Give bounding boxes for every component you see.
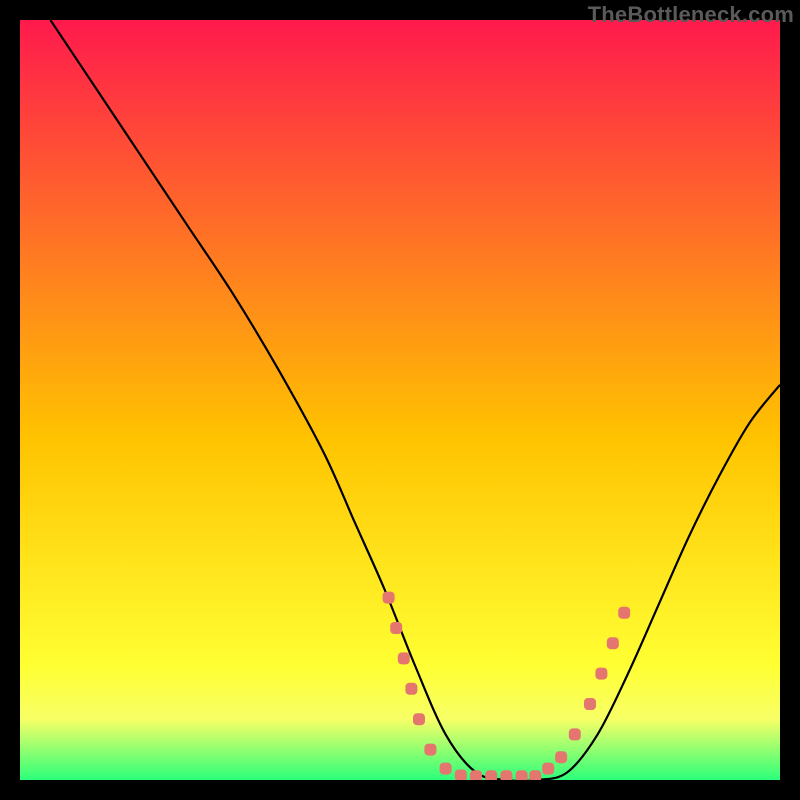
gradient-background bbox=[20, 20, 780, 780]
curve-marker bbox=[555, 751, 567, 763]
curve-marker bbox=[569, 728, 581, 740]
chart-frame bbox=[20, 20, 780, 780]
curve-marker bbox=[542, 763, 554, 775]
curve-marker bbox=[485, 770, 497, 780]
curve-marker bbox=[405, 683, 417, 695]
attribution-text: TheBottleneck.com bbox=[588, 2, 794, 28]
curve-marker bbox=[595, 668, 607, 680]
curve-marker bbox=[607, 637, 619, 649]
curve-marker bbox=[440, 763, 452, 775]
bottleneck-chart bbox=[20, 20, 780, 780]
curve-marker bbox=[424, 744, 436, 756]
curve-marker bbox=[516, 770, 528, 780]
curve-marker bbox=[584, 698, 596, 710]
curve-marker bbox=[500, 770, 512, 780]
curve-marker bbox=[529, 770, 541, 780]
curve-marker bbox=[413, 713, 425, 725]
curve-marker bbox=[455, 769, 467, 780]
curve-marker bbox=[398, 652, 410, 664]
curve-marker bbox=[618, 607, 630, 619]
curve-marker bbox=[390, 622, 402, 634]
curve-marker bbox=[470, 770, 482, 780]
curve-marker bbox=[383, 592, 395, 604]
